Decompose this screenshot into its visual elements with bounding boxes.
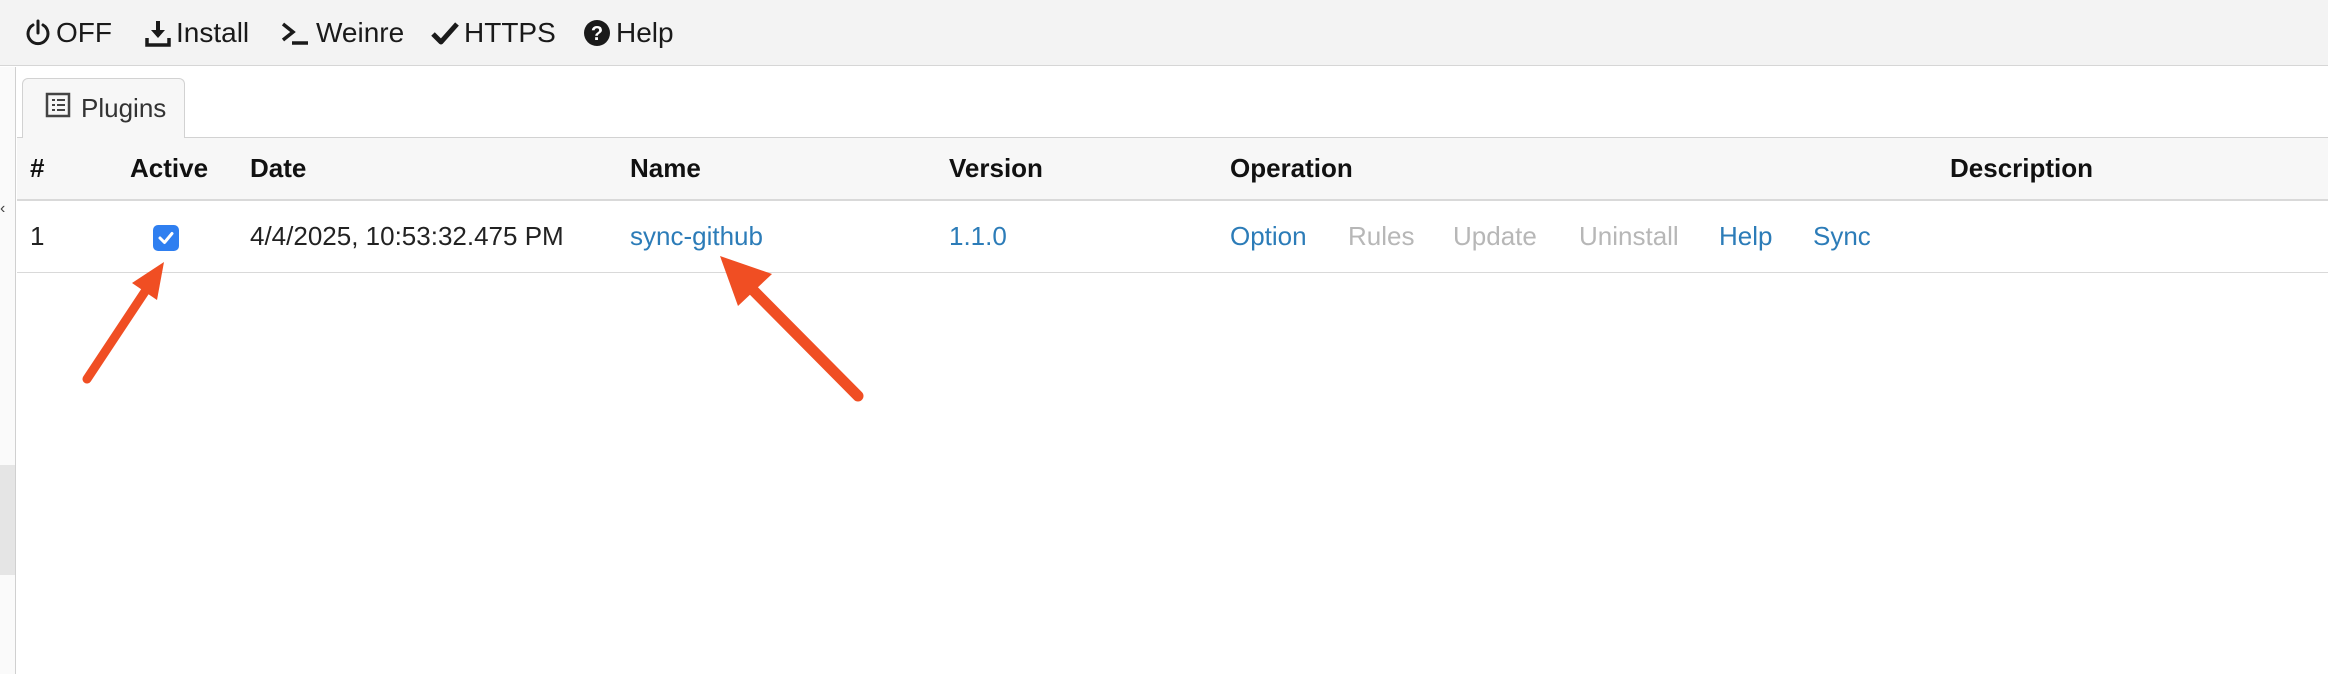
annotation-arrows [82, 256, 864, 402]
annotation-arrow-plugin-name [720, 256, 864, 402]
annotation-arrow-checkbox [82, 262, 164, 384]
